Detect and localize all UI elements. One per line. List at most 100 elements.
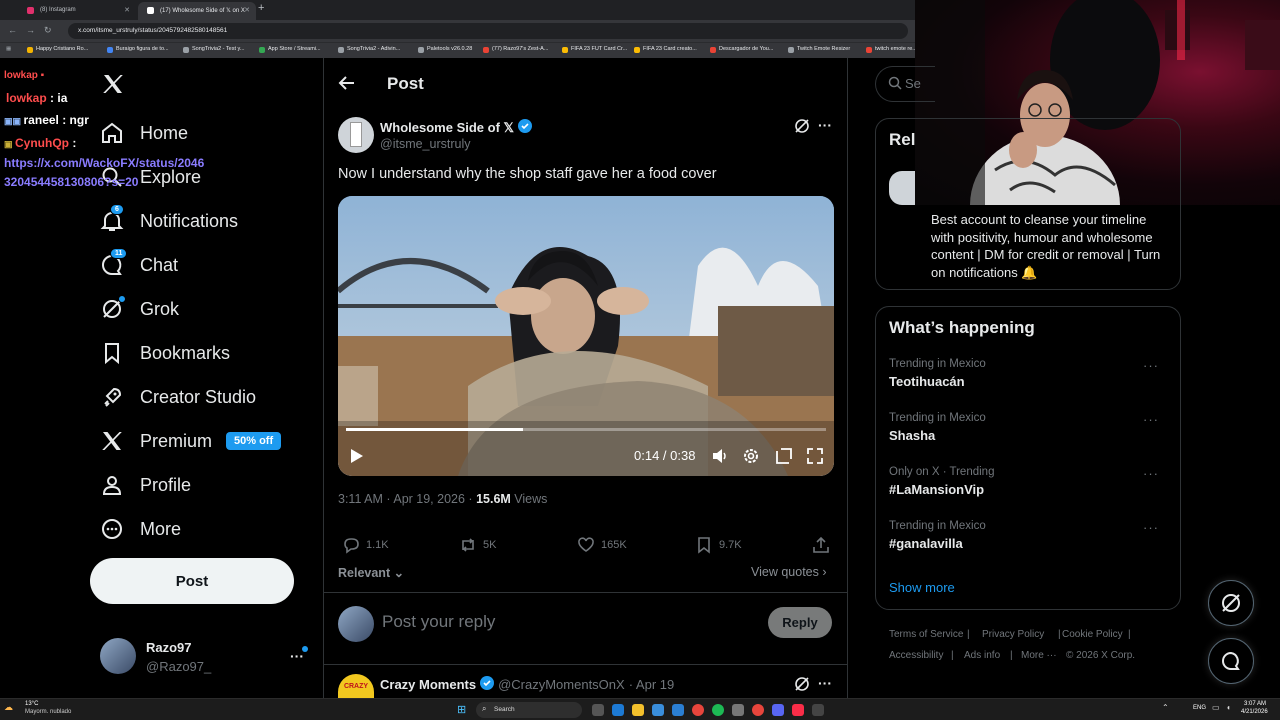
reload-icon[interactable]: ↻	[44, 25, 52, 36]
trend-item[interactable]: Only on X · Trending #LaMansionVip ···	[889, 466, 1169, 497]
url-field[interactable]: x.com/itsme_urstruly/status/204579248258…	[68, 23, 908, 39]
browser-tab-x[interactable]: (17) Wholesome Side of 𝕏 on X ✕	[138, 2, 256, 20]
more-options-icon[interactable]: ···	[1143, 520, 1159, 535]
task-view-icon[interactable]	[592, 704, 604, 716]
app-icon[interactable]	[812, 704, 824, 716]
clock-time[interactable]: 3:07 AM	[1244, 701, 1266, 707]
footer-link[interactable]: Accessibility	[889, 650, 943, 661]
sidebar-item-bookmarks[interactable]: Bookmarks	[100, 335, 230, 371]
app-icon[interactable]	[732, 704, 744, 716]
taskbar-search[interactable]: ⌕ Search	[476, 702, 582, 718]
trend-item[interactable]: Trending in Mexico #ganalavilla ···	[889, 520, 1169, 551]
sidebar-item-profile[interactable]: Profile	[100, 467, 191, 503]
close-tab-icon[interactable]: ✕	[244, 6, 250, 14]
bookmark-item[interactable]: Descargador de You...	[710, 46, 773, 53]
footer-link[interactable]: © 2026 X Corp.	[1066, 650, 1135, 661]
footer-link[interactable]: Terms of Service	[889, 629, 963, 640]
forward-arrow-icon[interactable]: →	[26, 25, 35, 35]
bookmark-item[interactable]: Buraigo figura de to...	[107, 46, 169, 53]
bookmark-item[interactable]: Happy Cristiano Ro...	[27, 46, 88, 53]
next-post-author[interactable]: Crazy Moments	[380, 677, 476, 692]
more-options-icon[interactable]: ···	[818, 117, 832, 133]
x-logo-icon[interactable]	[101, 72, 125, 101]
repost-stat[interactable]: 5K	[459, 536, 496, 554]
picture-in-picture-icon[interactable]	[775, 447, 793, 470]
apps-grid-icon[interactable]: ▦	[6, 46, 11, 52]
sidebar-item-premium[interactable]: Premium 50% off	[100, 423, 282, 459]
footer-link[interactable]: Privacy Policy	[982, 629, 1044, 640]
reply-button[interactable]: Reply	[768, 607, 832, 638]
play-icon[interactable]	[350, 448, 364, 469]
more-options-icon[interactable]: ···	[1143, 412, 1159, 427]
more-options-icon[interactable]: ···	[1143, 466, 1159, 481]
next-post-header[interactable]: Crazy Moments @CrazyMomentsOnX · Apr 19	[380, 676, 674, 693]
music-icon[interactable]	[792, 704, 804, 716]
back-arrow-icon[interactable]	[338, 74, 356, 97]
grok-icon[interactable]	[794, 676, 810, 697]
grok-fab[interactable]	[1208, 580, 1254, 626]
network-icon[interactable]: ▭	[1212, 703, 1220, 712]
browser-tab-instagram[interactable]: (8) Instagram ✕	[18, 2, 136, 20]
author-name[interactable]: Wholesome Side of 𝕏	[380, 120, 514, 136]
sidebar-item-notifications[interactable]: Notifications 6	[100, 203, 238, 239]
fullscreen-icon[interactable]	[806, 447, 824, 470]
bookmark-item[interactable]: SongTrivia2 - Test y...	[183, 46, 244, 53]
volume-icon[interactable]	[711, 447, 729, 470]
sidebar-item-more[interactable]: More	[100, 511, 181, 547]
back-arrow-icon[interactable]: ←	[8, 25, 17, 35]
author-avatar[interactable]	[338, 117, 374, 153]
file-explorer-icon[interactable]	[632, 704, 644, 716]
footer-link[interactable]: Cookie Policy	[1062, 629, 1123, 640]
bookmark-item[interactable]: Paletools v26.0.28	[418, 46, 472, 53]
language-indicator[interactable]: ENG	[1193, 705, 1206, 711]
reply-input[interactable]: Post your reply	[382, 612, 495, 632]
share-icon[interactable]	[812, 536, 830, 559]
trend-item[interactable]: Trending in Mexico Teotihuacán ···	[889, 358, 1169, 389]
search-box[interactable]: Se	[875, 66, 935, 102]
account-avatar[interactable]	[100, 638, 136, 674]
mail-icon[interactable]	[672, 704, 684, 716]
new-tab-button[interactable]: +	[258, 2, 264, 14]
discord-icon[interactable]	[772, 704, 784, 716]
tray-chevron-icon[interactable]: ⌃	[1162, 703, 1169, 712]
clock-date[interactable]: 4/21/2026	[1241, 709, 1268, 715]
more-options-icon[interactable]: ···	[1143, 358, 1159, 373]
bookmark-item[interactable]: FIFA 23 Card creato...	[634, 46, 697, 53]
bookmark-item[interactable]: (77) Razo97's Zest-A...	[483, 46, 548, 53]
more-options-icon[interactable]: ···	[818, 675, 832, 691]
sidebar-item-creator-studio[interactable]: Creator Studio	[100, 379, 256, 415]
store-icon[interactable]	[652, 704, 664, 716]
volume-icon[interactable]: ◖	[1226, 703, 1231, 712]
relevant-avatar[interactable]	[889, 171, 915, 205]
bookmark-item[interactable]: FIFA 23 FUT Card Cr...	[562, 46, 627, 53]
footer-link[interactable]: More ···	[1021, 650, 1057, 661]
bookmark-item[interactable]: twitch emote re...	[866, 46, 917, 53]
bookmark-stat[interactable]: 9.7K	[695, 536, 742, 554]
chrome-icon[interactable]	[692, 704, 704, 716]
footer-link[interactable]: Ads info	[964, 650, 1000, 661]
view-quotes-link[interactable]: View quotes ›	[751, 565, 827, 579]
video-player[interactable]: 0:14 / 0:38	[338, 196, 834, 476]
sidebar-item-home[interactable]: Home	[100, 115, 188, 151]
premium-discount-pill[interactable]: 50% off	[226, 432, 282, 450]
show-more-link[interactable]: Show more	[889, 580, 955, 595]
video-progress-track[interactable]	[346, 428, 826, 431]
trend-item[interactable]: Trending in Mexico Shasha ···	[889, 412, 1169, 443]
bookmark-item[interactable]: Twitch Emote Resizer	[788, 46, 850, 53]
chrome-icon[interactable]	[752, 704, 764, 716]
windows-start-icon[interactable]: ⊞	[457, 703, 466, 716]
reply-stat[interactable]: 1.1K	[342, 536, 389, 554]
post-button[interactable]: Post	[90, 558, 294, 604]
bookmark-item[interactable]: SongTrivia2 - Adivin...	[338, 46, 400, 53]
grok-icon[interactable]	[794, 118, 810, 139]
sort-dropdown[interactable]: Relevant ⌄	[338, 565, 404, 580]
bookmark-item[interactable]: App Store / Streami...	[259, 46, 321, 53]
sidebar-item-grok[interactable]: Grok	[100, 291, 179, 327]
like-stat[interactable]: 165K	[577, 536, 627, 554]
sidebar-item-chat[interactable]: Chat 11	[100, 247, 178, 283]
settings-gear-icon[interactable]	[742, 447, 760, 470]
close-tab-icon[interactable]: ✕	[124, 6, 130, 14]
messages-fab[interactable]	[1208, 638, 1254, 684]
author-name-row[interactable]: Wholesome Side of 𝕏	[380, 119, 532, 136]
spotify-icon[interactable]	[712, 704, 724, 716]
